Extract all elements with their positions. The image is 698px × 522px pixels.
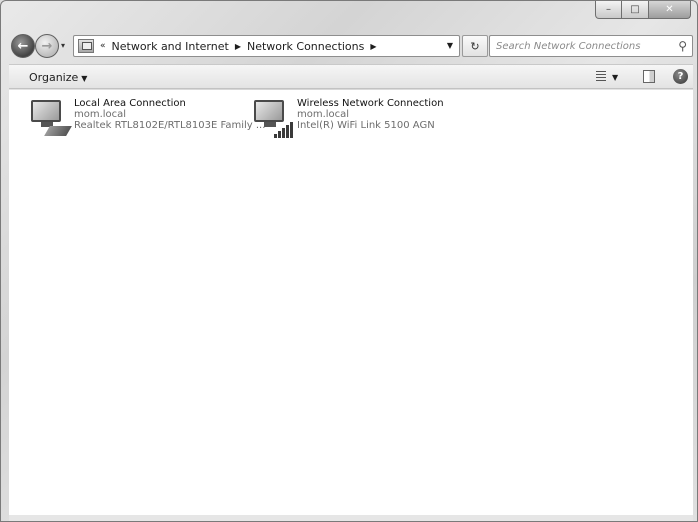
change-view-button[interactable]: ▼ (596, 69, 626, 85)
recent-pages-dropdown[interactable]: ▾ (61, 41, 65, 50)
chevron-down-icon: ▼ (81, 74, 88, 83)
breadcrumb-separator-icon[interactable]: ▶ (370, 42, 376, 51)
connection-adapter: Intel(R) WiFi Link 5100 AGN (297, 120, 435, 131)
wired-network-icon (29, 98, 73, 140)
connection-network: mom.local (297, 109, 350, 120)
breadcrumb-overflow-button[interactable]: « (100, 41, 106, 51)
refresh-button[interactable]: ↻ (462, 35, 488, 57)
connection-adapter: Realtek RTL8102E/RTL8103E Family ... (74, 120, 266, 131)
command-bar: Organize ▼ ▼ ? (9, 64, 693, 89)
explorer-window: – □ ✕ ← → ▾ « Network and Internet ▶ Net… (0, 0, 698, 522)
preview-pane-button[interactable] (643, 70, 655, 83)
breadcrumb-separator-icon[interactable]: ▶ (235, 42, 241, 51)
navigation-bar: ← → ▾ « Network and Internet ▶ Network C… (9, 33, 693, 61)
wireless-network-icon (252, 98, 296, 140)
search-box[interactable]: ⚲ (489, 35, 693, 57)
search-icon[interactable]: ⚲ (678, 39, 687, 53)
control-panel-icon (78, 39, 94, 53)
organize-menu-button[interactable]: Organize ▼ (29, 71, 87, 84)
help-button[interactable]: ? (673, 69, 688, 84)
forward-button[interactable]: → (35, 34, 59, 58)
search-input[interactable] (496, 40, 656, 52)
organize-label: Organize (29, 71, 79, 84)
chevron-down-icon: ▼ (612, 72, 619, 82)
back-button[interactable]: ← (11, 34, 35, 58)
breadcrumb-network-connections[interactable]: Network Connections (247, 40, 364, 53)
connection-name: Wireless Network Connection (297, 98, 444, 109)
close-button[interactable]: ✕ (649, 1, 691, 19)
connection-network: mom.local (74, 109, 127, 120)
address-dropdown-icon[interactable]: ▼ (447, 41, 453, 50)
minimize-button[interactable]: – (595, 1, 622, 19)
connection-wireless[interactable]: Wireless Network Connection mom.local In… (252, 98, 444, 140)
address-bar[interactable]: « Network and Internet ▶ Network Connect… (73, 35, 460, 57)
breadcrumb-network-and-internet[interactable]: Network and Internet (112, 40, 229, 53)
caption-buttons: – □ ✕ (595, 1, 691, 19)
maximize-button[interactable]: □ (622, 1, 649, 19)
connection-name: Local Area Connection (74, 98, 186, 109)
views-icon (596, 71, 606, 83)
connection-local-area[interactable]: Local Area Connection mom.local Realtek … (29, 98, 265, 140)
connections-list: Local Area Connection mom.local Realtek … (9, 90, 693, 515)
window-bottom-border (9, 515, 693, 521)
